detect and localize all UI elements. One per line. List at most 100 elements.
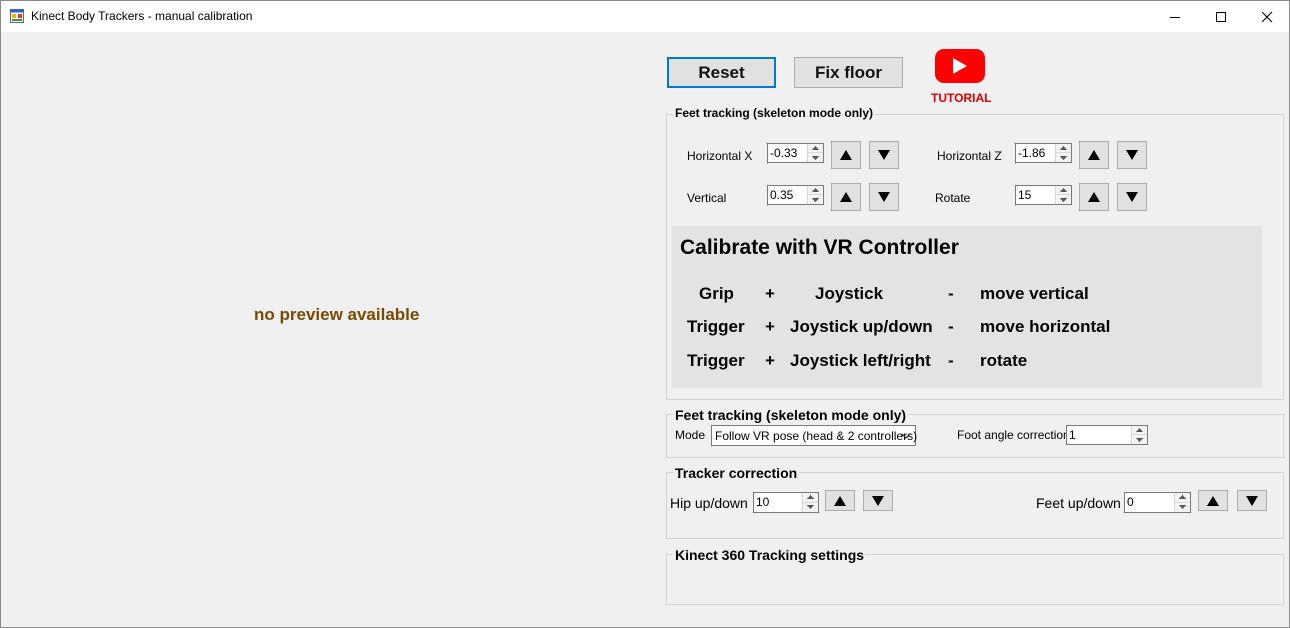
spinner-down-icon[interactable] (1132, 435, 1147, 444)
close-button[interactable] (1244, 1, 1289, 32)
horizontal-z-down-button[interactable] (1117, 141, 1147, 169)
app-icon (10, 9, 24, 23)
spinner-down-icon[interactable] (803, 503, 818, 513)
vr-row-effect: rotate (980, 351, 1028, 370)
vr-row-plus: + (765, 317, 775, 336)
spinner-down-icon[interactable] (1175, 503, 1190, 513)
rotate-up-button[interactable] (1079, 183, 1109, 211)
feet-tracking-group-title: Feet tracking (skeleton mode only) (673, 106, 876, 120)
horizontal-x-label: Horizontal X (687, 149, 753, 163)
hip-up-button[interactable] (825, 490, 855, 511)
vr-row-plus: + (765, 284, 775, 303)
hip-label: Hip up/down (670, 495, 748, 511)
vr-calibration-title: Calibrate with VR Controller (680, 236, 959, 259)
spinner-up-icon[interactable] (1175, 493, 1190, 503)
spinner-down-icon[interactable] (808, 195, 823, 204)
horizontal-x-spinner[interactable] (807, 144, 823, 162)
vr-calibration-panel: Calibrate with VR Controller Grip + Joys… (672, 226, 1262, 388)
vr-row-button: Trigger (687, 351, 745, 370)
up-arrow-icon (834, 495, 846, 506)
down-arrow-icon (1246, 495, 1258, 506)
horizontal-z-input[interactable]: -1.86 (1015, 143, 1072, 163)
maximize-button[interactable] (1198, 1, 1244, 32)
foot-angle-spinner[interactable] (1131, 426, 1147, 444)
vr-row-button: Trigger (687, 317, 745, 336)
tutorial-link[interactable]: TUTORIAL (931, 48, 993, 108)
mode-select[interactable]: Follow VR pose (head & 2 controllers) (711, 425, 918, 446)
rotate-down-button[interactable] (1117, 183, 1147, 211)
vr-row-dash: - (948, 317, 954, 336)
feet-mode-group-title: Feet tracking (skeleton mode only) (673, 407, 909, 423)
horizontal-z-up-button[interactable] (1079, 141, 1109, 169)
kinect360-group-title: Kinect 360 Tracking settings (673, 547, 867, 563)
hip-value: 10 (756, 495, 770, 509)
hip-input[interactable]: 10 (753, 492, 819, 513)
horizontal-z-value: -1.86 (1018, 146, 1046, 160)
horizontal-x-value: -0.33 (770, 146, 798, 160)
vr-row-effect: move horizontal (980, 317, 1111, 336)
spinner-up-icon[interactable] (808, 144, 823, 153)
foot-angle-label: Foot angle correction (957, 428, 1070, 442)
spinner-up-icon[interactable] (1056, 186, 1071, 195)
reset-button[interactable]: Reset (667, 57, 776, 88)
fix-floor-button[interactable]: Fix floor (794, 57, 903, 88)
minimize-button[interactable] (1152, 1, 1198, 32)
tutorial-label: TUTORIAL (931, 91, 992, 105)
vertical-spinner[interactable] (807, 186, 823, 204)
feet-up-button[interactable] (1198, 490, 1228, 511)
minimize-icon (1170, 16, 1180, 18)
vr-row-button: Grip (699, 284, 734, 303)
feet-label: Feet up/down (1036, 495, 1121, 511)
vr-row-dash: - (948, 351, 954, 370)
spinner-down-icon[interactable] (1056, 195, 1071, 204)
preview-placeholder-text: no preview available (254, 305, 420, 324)
window-title: Kinect Body Trackers - manual calibratio… (31, 9, 253, 23)
spinner-up-icon[interactable] (808, 186, 823, 195)
vertical-up-button[interactable] (831, 183, 861, 211)
vr-row-plus: + (765, 351, 775, 370)
up-arrow-icon (840, 150, 852, 160)
mode-select-value: Follow VR pose (head & 2 controllers) (715, 429, 918, 443)
up-arrow-icon (1088, 192, 1100, 202)
horizontal-x-input[interactable]: -0.33 (767, 143, 824, 163)
down-arrow-icon (1126, 150, 1138, 160)
vertical-down-button[interactable] (869, 183, 899, 211)
hip-down-button[interactable] (863, 490, 893, 511)
spinner-up-icon[interactable] (803, 493, 818, 503)
youtube-play-icon (935, 49, 985, 83)
horizontal-z-label: Horizontal Z (937, 149, 1002, 163)
rotate-input[interactable]: 15 (1015, 185, 1072, 205)
down-arrow-icon (872, 495, 884, 506)
horizontal-x-up-button[interactable] (831, 141, 861, 169)
tracker-correction-group-title: Tracker correction (673, 465, 800, 481)
vertical-input[interactable]: 0.35 (767, 185, 824, 205)
spinner-down-icon[interactable] (808, 153, 823, 162)
up-arrow-icon (1207, 495, 1219, 506)
preview-area (1, 32, 665, 627)
horizontal-x-down-button[interactable] (869, 141, 899, 169)
horizontal-z-spinner[interactable] (1055, 144, 1071, 162)
title-bar[interactable]: Kinect Body Trackers - manual calibratio… (1, 1, 1289, 32)
vr-row-action: Joystick (815, 284, 884, 303)
feet-input[interactable]: 0 (1124, 492, 1191, 513)
foot-angle-input[interactable]: 1 (1066, 425, 1148, 445)
up-arrow-icon (1088, 150, 1100, 160)
feet-value: 0 (1127, 495, 1134, 509)
spinner-up-icon[interactable] (1132, 426, 1147, 435)
hip-spinner[interactable] (802, 493, 818, 512)
close-icon (1261, 11, 1273, 22)
rotate-spinner[interactable] (1055, 186, 1071, 204)
spinner-up-icon[interactable] (1056, 144, 1071, 153)
down-arrow-icon (878, 192, 890, 202)
rotate-value: 15 (1018, 188, 1032, 202)
rotate-label: Rotate (935, 191, 971, 205)
feet-spinner[interactable] (1174, 493, 1190, 512)
down-arrow-icon (878, 150, 890, 160)
maximize-icon (1216, 11, 1226, 22)
feet-down-button[interactable] (1237, 490, 1267, 511)
spinner-down-icon[interactable] (1056, 153, 1071, 162)
app-window: Kinect Body Trackers - manual calibratio… (0, 0, 1290, 628)
vertical-label: Vertical (687, 191, 727, 205)
vr-row-action: Joystick up/down (790, 317, 933, 336)
vertical-value: 0.35 (770, 188, 794, 202)
